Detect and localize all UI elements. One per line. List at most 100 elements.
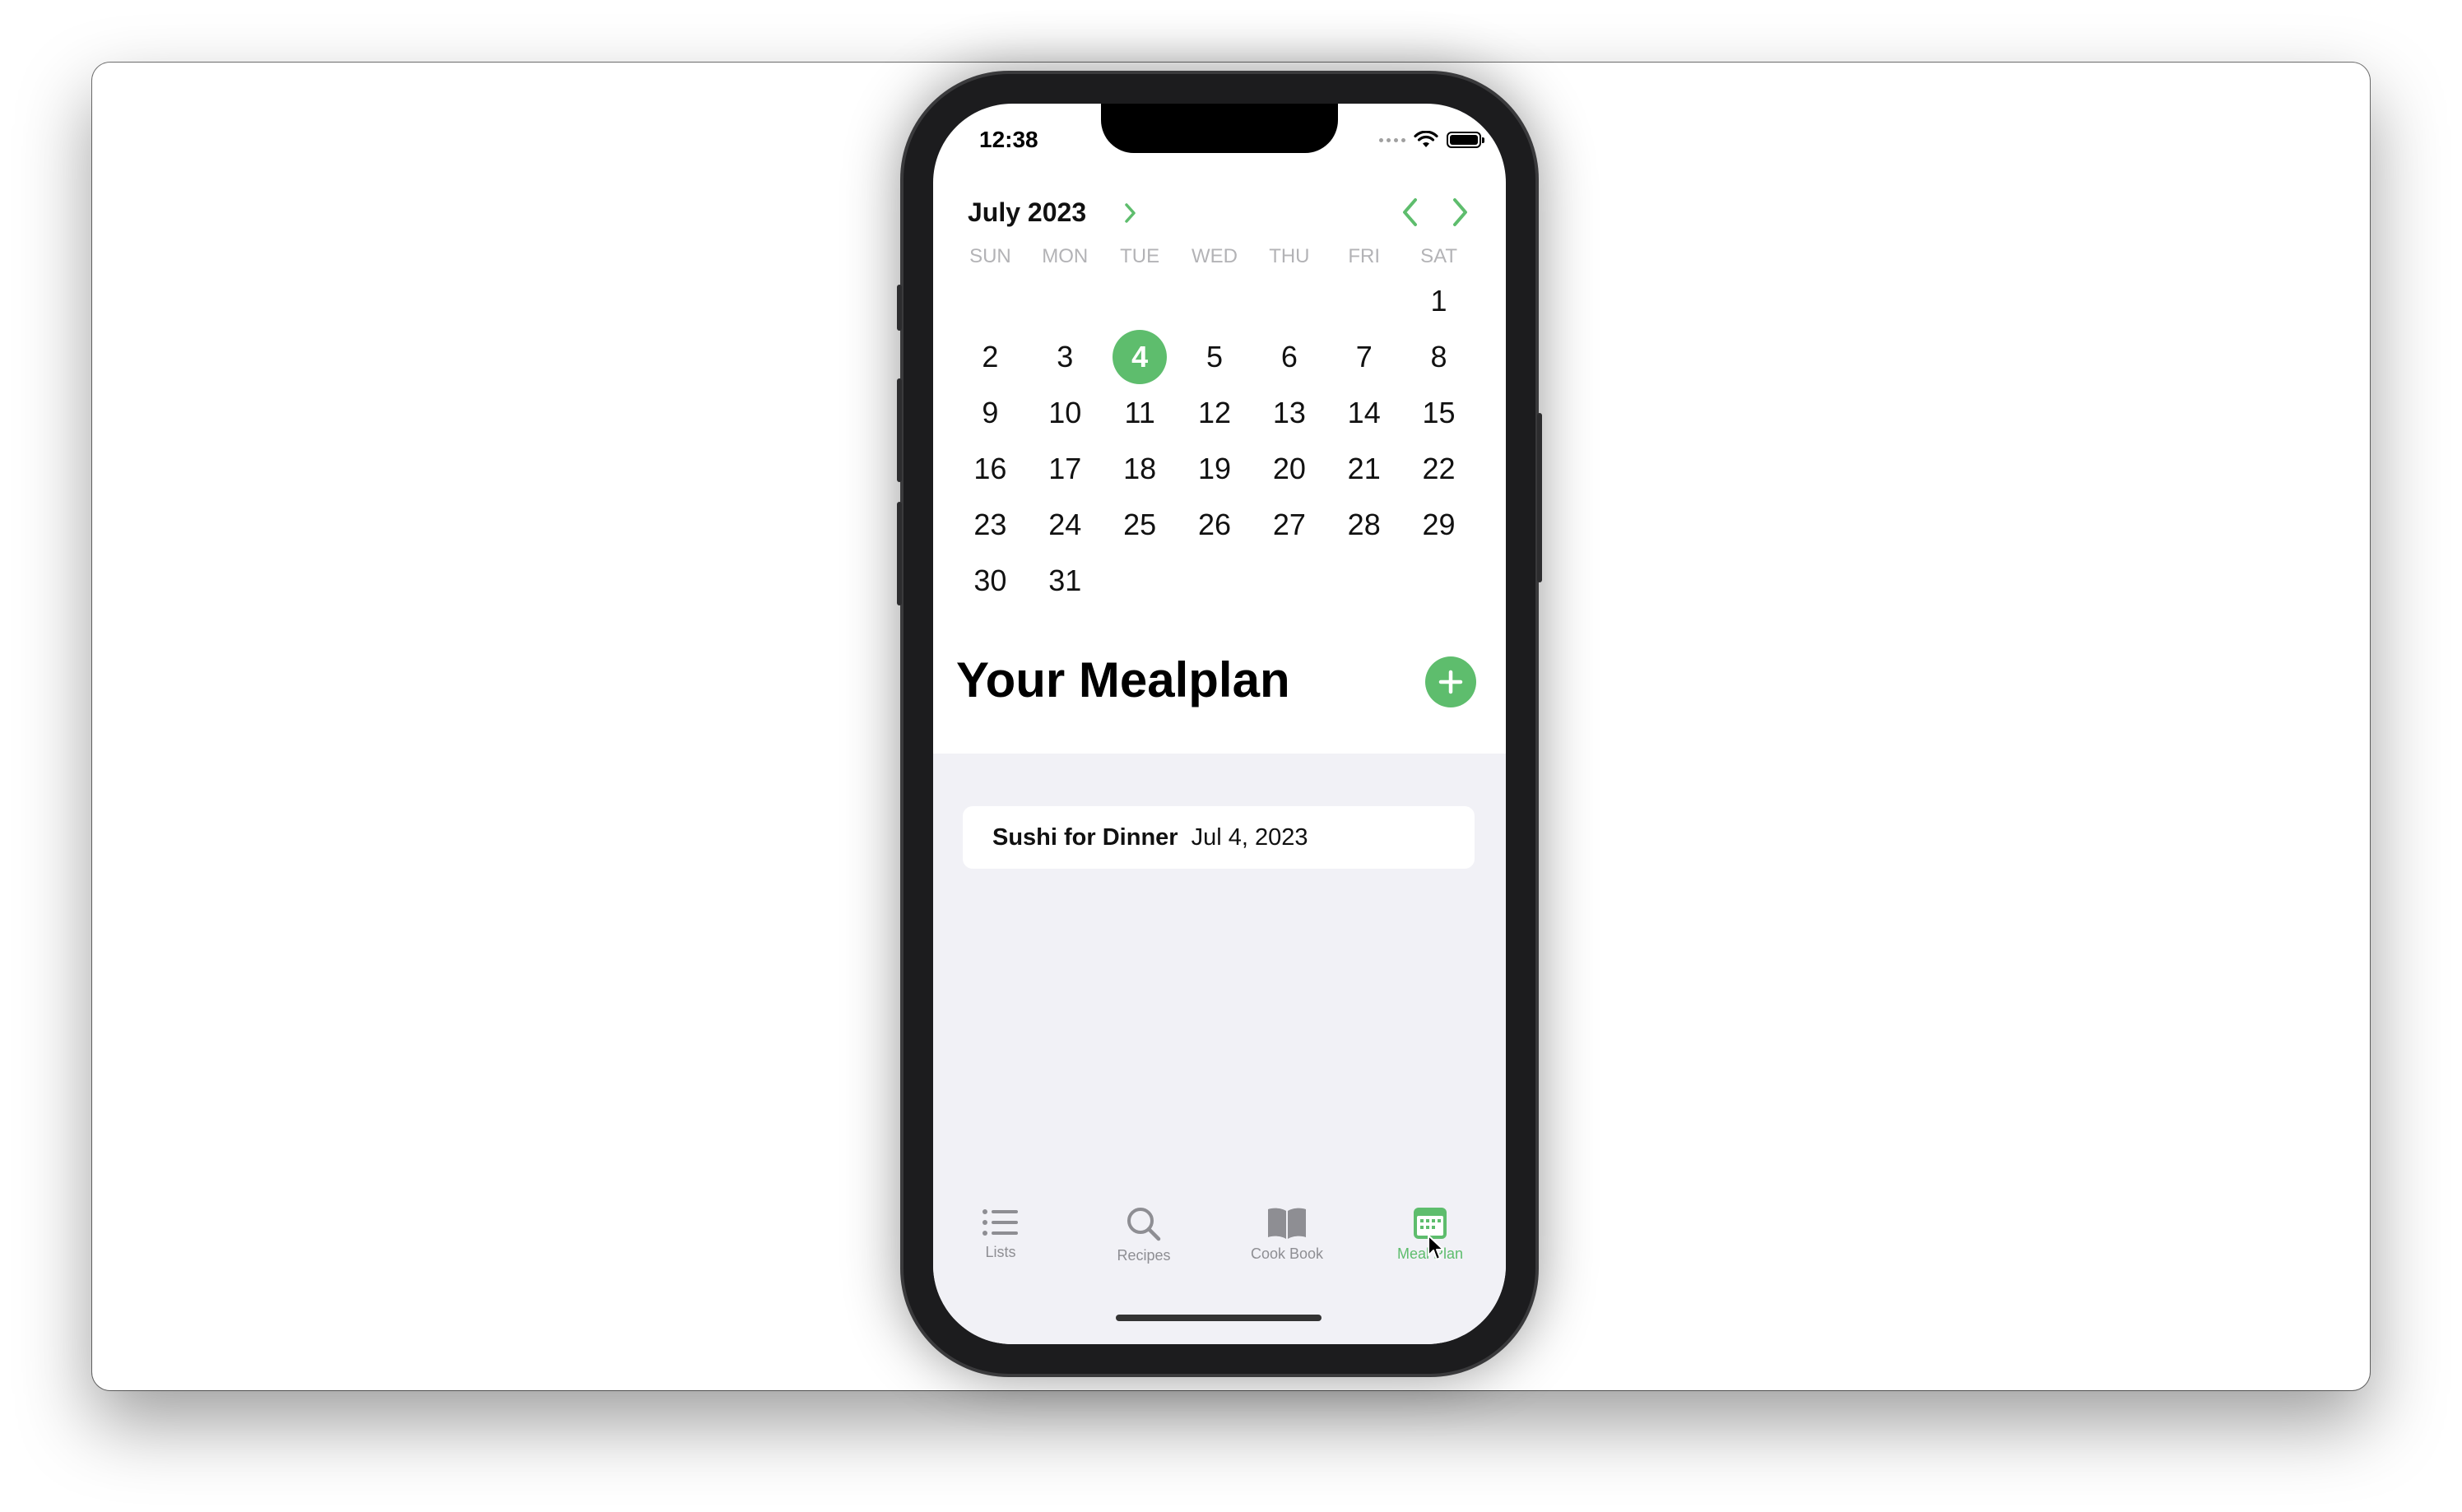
meal-item[interactable]: Sushi for Dinner Jul 4, 2023 — [963, 806, 1475, 869]
tab-bar: Lists Recipes Cook Book Meal Plan — [933, 1206, 1506, 1305]
calendar-day-number: 15 — [1422, 396, 1456, 429]
calendar-day-number — [1337, 274, 1391, 328]
calendar-empty-cell — [1178, 553, 1252, 609]
calendar-day[interactable]: 16 — [953, 441, 1028, 497]
calendar-day[interactable]: 4 — [1103, 329, 1178, 385]
calendar-day-number: 7 — [1355, 340, 1373, 373]
calendar-day[interactable]: 12 — [1178, 385, 1252, 441]
calendar-day[interactable]: 22 — [1401, 441, 1476, 497]
tab-cook-book[interactable]: Cook Book — [1229, 1206, 1345, 1263]
mute-switch — [897, 285, 902, 331]
book-icon — [1268, 1208, 1306, 1239]
meal-date: Jul 4, 2023 — [1191, 823, 1308, 851]
add-meal-button[interactable] — [1425, 656, 1476, 707]
calendar-day[interactable]: 27 — [1252, 497, 1326, 553]
calendar-day-number: 19 — [1197, 452, 1231, 485]
calendar-day[interactable]: 18 — [1103, 441, 1178, 497]
calendar-day-number: 3 — [1057, 340, 1074, 373]
tab-label: Lists — [985, 1244, 1016, 1260]
volume-down-button — [897, 502, 902, 605]
calendar-day-number — [1337, 554, 1391, 608]
calendar-day[interactable]: 21 — [1326, 441, 1401, 497]
calendar-empty-cell — [1252, 553, 1326, 609]
calendar-day[interactable]: 24 — [1028, 497, 1103, 553]
calendar-day[interactable]: 5 — [1178, 329, 1252, 385]
calendar-empty-cell — [1326, 553, 1401, 609]
calendar-day-number: 11 — [1124, 396, 1155, 429]
calendar-day[interactable]: 26 — [1178, 497, 1252, 553]
calendar-day[interactable]: 8 — [1401, 329, 1476, 385]
notch — [1101, 104, 1338, 153]
calendar-empty-cell — [953, 273, 1028, 329]
calendar-day-number — [1262, 274, 1317, 328]
weekday-label: THU — [1269, 245, 1310, 267]
calendar-day-number: 26 — [1197, 508, 1231, 541]
previous-month-button[interactable] — [1399, 196, 1422, 229]
calendar-day-number: 30 — [973, 564, 1007, 597]
calendar-day-number: 8 — [1430, 340, 1447, 373]
calendar-day[interactable]: 10 — [1028, 385, 1103, 441]
calendar-day[interactable]: 30 — [953, 553, 1028, 609]
weekday-label: FRI — [1348, 245, 1381, 267]
calendar-day[interactable]: 23 — [953, 497, 1028, 553]
calendar-day-number: 28 — [1347, 508, 1381, 541]
calendar-day-number: 9 — [982, 396, 999, 429]
phone-screen: 12:38 July 2023 SUN MON TUE WED THU FRI … — [933, 104, 1506, 1344]
calendar-day-number: 10 — [1048, 396, 1082, 429]
tab-lists[interactable]: Lists — [943, 1206, 1058, 1261]
calendar-day[interactable]: 2 — [953, 329, 1028, 385]
calendar-day[interactable]: 9 — [953, 385, 1028, 441]
weekday-label: TUE — [1120, 245, 1160, 267]
mealplan-title: Your Mealplan — [956, 652, 1290, 707]
calendar-empty-cell — [1103, 553, 1178, 609]
calendar-day-number: 22 — [1422, 452, 1456, 485]
calendar-day[interactable]: 3 — [1028, 329, 1103, 385]
calendar-day[interactable]: 29 — [1401, 497, 1476, 553]
chevron-right-icon[interactable] — [1124, 202, 1137, 224]
weekday-label: SUN — [969, 245, 1011, 267]
calendar-day[interactable]: 20 — [1252, 441, 1326, 497]
volume-up-button — [897, 378, 902, 482]
calendar-day-number — [1262, 554, 1317, 608]
calendar-day[interactable]: 14 — [1326, 385, 1401, 441]
status-icons — [1379, 128, 1484, 151]
calendar-day-number: 17 — [1048, 452, 1082, 485]
signal-icon — [1379, 137, 1405, 142]
status-time: 12:38 — [979, 127, 1038, 152]
calendar-day[interactable]: 11 — [1103, 385, 1178, 441]
next-month-button[interactable] — [1448, 196, 1471, 229]
calendar-day-number: 2 — [982, 340, 999, 373]
mouse-cursor-icon — [1428, 1235, 1444, 1260]
meal-name: Sushi for Dinner — [992, 823, 1178, 851]
calendar-day-number: 1 — [1430, 284, 1447, 318]
calendar-day-number: 29 — [1422, 508, 1456, 541]
calendar-day[interactable]: 25 — [1103, 497, 1178, 553]
calendar-day-number: 21 — [1347, 452, 1381, 485]
tab-recipes[interactable]: Recipes — [1086, 1206, 1201, 1264]
calendar-day[interactable]: 6 — [1252, 329, 1326, 385]
calendar-day-number: 31 — [1048, 564, 1082, 597]
calendar-day-number: 23 — [973, 508, 1007, 541]
calendar-day[interactable]: 17 — [1028, 441, 1103, 497]
calendar-day[interactable]: 7 — [1326, 329, 1401, 385]
weekday-label: WED — [1191, 245, 1238, 267]
calendar-day-number: 25 — [1123, 508, 1157, 541]
calendar-day-number — [1187, 554, 1242, 608]
calendar-day[interactable]: 15 — [1401, 385, 1476, 441]
calendar-day-number: 12 — [1197, 396, 1231, 429]
battery-icon — [1447, 132, 1484, 148]
calendar-day-number — [1038, 274, 1092, 328]
calendar-day-number: 14 — [1347, 396, 1381, 429]
calendar-day-number: 20 — [1272, 452, 1306, 485]
calendar-day[interactable]: 19 — [1178, 441, 1252, 497]
calendar-day-number: 16 — [973, 452, 1007, 485]
calendar-day[interactable]: 13 — [1252, 385, 1326, 441]
calendar-day-number — [963, 274, 1017, 328]
calendar-day[interactable]: 28 — [1326, 497, 1401, 553]
calendar-day-number: 18 — [1123, 452, 1157, 485]
calendar-day-number: 6 — [1280, 340, 1298, 373]
weekday-label: MON — [1042, 245, 1089, 267]
calendar-day[interactable]: 31 — [1028, 553, 1103, 609]
calendar-day[interactable]: 1 — [1401, 273, 1476, 329]
month-picker-button[interactable]: July 2023 — [968, 197, 1086, 228]
